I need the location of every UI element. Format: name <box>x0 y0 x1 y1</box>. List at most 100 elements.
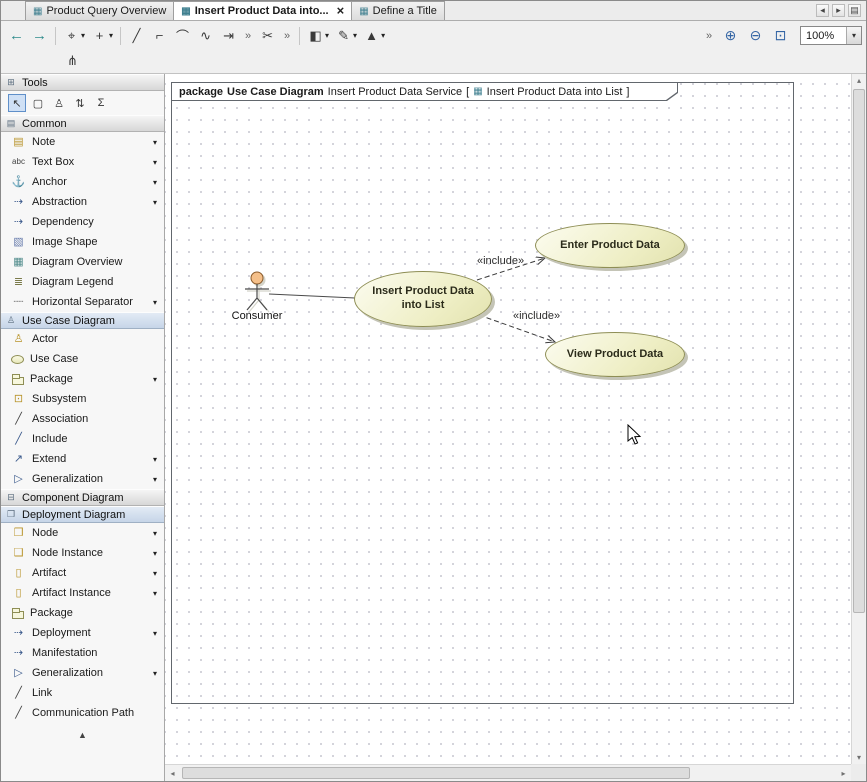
palette-item-node-instance[interactable]: ❑Node Instance▾ <box>1 543 164 563</box>
horizontal-scrollbar[interactable]: ◂ ▸ <box>165 764 851 781</box>
horizontal-scroll-thumb[interactable] <box>182 767 690 779</box>
zoom-out-button[interactable]: ⊖ <box>744 25 767 47</box>
vertical-scrollbar[interactable]: ▴ ▾ <box>851 74 866 764</box>
edit-tools-overflow-button[interactable]: » <box>279 25 295 47</box>
vertical-scroll-thumb[interactable] <box>853 89 865 613</box>
insert-shape-on-path-button[interactable]: ⇥ <box>217 25 240 47</box>
align-tool-button[interactable]: ⇅ <box>71 94 89 112</box>
tab-label: Product Query Overview <box>46 5 166 17</box>
palette-item-link[interactable]: ╱Link <box>1 683 164 703</box>
scroll-down-icon[interactable]: ▾ <box>852 753 866 762</box>
palette-item-abstraction[interactable]: ⇢Abstraction▾ <box>1 192 164 212</box>
selection-filter-icon: ⌖ <box>63 28 80 44</box>
toolbar-left-group: ←→⌖▾+▾╱⌐⌒∿⇥»✂»◧▾✎▾▲▾ <box>5 25 388 47</box>
curved-path-button[interactable]: ⌒ <box>171 25 194 47</box>
palette-item-label: Include <box>32 433 67 445</box>
generalization-icon: ▷ <box>11 473 26 485</box>
package-icon <box>12 377 24 385</box>
use-case-view-product-data[interactable]: View Product Data <box>545 332 685 377</box>
palette-item-extend[interactable]: ↗Extend▾ <box>1 449 164 469</box>
frame-open-bracket: [ <box>466 86 469 98</box>
summary-tool-button[interactable]: Σ <box>92 94 110 112</box>
palette-item-generalization[interactable]: ▷Generalization▾ <box>1 663 164 683</box>
tab-list-button[interactable]: ▤ <box>848 4 861 17</box>
use-case-enter-product-data[interactable]: Enter Product Data <box>535 223 685 268</box>
palette-section-use-case-diagram[interactable]: ♙Use Case Diagram <box>1 312 164 329</box>
scroll-left-icon[interactable]: ◂ <box>165 765 180 781</box>
palette-item-dependency[interactable]: ⇢Dependency <box>1 212 164 232</box>
scrollbar-corner <box>851 764 866 781</box>
toolbar-overflow-button[interactable]: » <box>701 25 717 47</box>
add-shape-button[interactable]: +▾ <box>88 25 116 47</box>
scroll-up-icon[interactable]: ▴ <box>852 76 866 85</box>
palette-item-label: Diagram Legend <box>32 276 113 288</box>
tab-scroll-right-button[interactable]: ▸ <box>832 4 845 17</box>
line-color-button[interactable]: ✎▾ <box>332 25 360 47</box>
dropdown-arrow-icon: ▾ <box>153 158 164 167</box>
palette-item-package[interactable]: Package <box>1 603 164 623</box>
palette-item-include[interactable]: ╱Include <box>1 429 164 449</box>
selection-filter-button[interactable]: ⌖▾ <box>60 25 88 47</box>
palette-item-anchor[interactable]: ⚓Anchor▾ <box>1 172 164 192</box>
dropdown-arrow-icon: ▾ <box>153 569 164 578</box>
palette-collapse-button[interactable]: ▲ <box>1 723 164 740</box>
palette-item-label: Node <box>32 527 58 539</box>
palette-item-association[interactable]: ╱Association <box>1 409 164 429</box>
font-color-button[interactable]: ▲▾ <box>360 25 388 47</box>
tab-insert-product-data-into[interactable]: ▦Insert Product Data into...× <box>173 1 352 20</box>
zoom-in-button[interactable]: ⊕ <box>719 25 742 47</box>
curved-path-icon: ⌒ <box>174 26 191 45</box>
node-icon: ❒ <box>11 527 26 539</box>
main-toolbar: ←→⌖▾+▾╱⌐⌒∿⇥»✂»◧▾✎▾▲▾ »⊕⊖⊡ 100% ▾ ⋔ <box>1 21 866 74</box>
actor-consumer[interactable] <box>235 268 279 314</box>
palette-item-node[interactable]: ❒Node▾ <box>1 523 164 543</box>
split-path-button[interactable]: ✂ <box>256 25 279 47</box>
palette-section-deployment-diagram[interactable]: ❒Deployment Diagram <box>1 506 164 523</box>
palette-item-image-shape[interactable]: ▧Image Shape <box>1 232 164 252</box>
palette-item-text-box[interactable]: abcText Box▾ <box>1 152 164 172</box>
palette-item-actor[interactable]: ♙Actor <box>1 329 164 349</box>
spline-path-button[interactable]: ∿ <box>194 25 217 47</box>
overview-tool-button[interactable]: ▢ <box>29 94 47 112</box>
fill-color-button[interactable]: ◧▾ <box>304 25 332 47</box>
palette-item-diagram-legend[interactable]: ≣Diagram Legend <box>1 272 164 292</box>
palette-item-label: Subsystem <box>32 393 86 405</box>
forward-button[interactable]: → <box>28 25 51 47</box>
palette-item-generalization[interactable]: ▷Generalization▾ <box>1 469 164 489</box>
oblique-path-button[interactable]: ╱ <box>125 25 148 47</box>
palette-section-tools[interactable]: ⊞Tools <box>1 74 164 91</box>
forward-icon: → <box>31 27 48 44</box>
palette-item-use-case[interactable]: Use Case <box>1 349 164 369</box>
tab-product-query-overview[interactable]: ▦Product Query Overview <box>25 1 173 20</box>
show-containment-button[interactable]: ⋔ <box>61 50 84 72</box>
rectilinear-path-button[interactable]: ⌐ <box>148 25 171 47</box>
fit-in-window-button[interactable]: ⊡ <box>769 25 792 47</box>
palette-item-subsystem[interactable]: ⊡Subsystem <box>1 389 164 409</box>
palette-item-horizontal-separator[interactable]: ┄┄Horizontal Separator▾ <box>1 292 164 312</box>
palette-item-communication-path[interactable]: ╱Communication Path <box>1 703 164 723</box>
path-tools-overflow-button[interactable]: » <box>240 25 256 47</box>
scroll-right-icon[interactable]: ▸ <box>836 765 851 781</box>
dropdown-arrow-icon: ▾ <box>325 31 329 40</box>
palette-section-component-diagram[interactable]: ⊟Component Diagram <box>1 489 164 506</box>
tab-close-icon[interactable]: × <box>337 6 345 16</box>
tab-scroll-left-button[interactable]: ◂ <box>816 4 829 17</box>
use-case-insert-product-data-into-list[interactable]: Insert Product Data into List <box>354 271 492 327</box>
tab-define-a-title[interactable]: ▦Define a Title <box>352 1 445 20</box>
use-case-diagram-icon: ▦ <box>473 86 482 97</box>
palette-section-common[interactable]: ▤Common <box>1 115 164 132</box>
pointer-tool-button[interactable]: ↖ <box>8 94 26 112</box>
zoom-level-select[interactable]: 100% ▾ <box>800 26 862 45</box>
palette-item-package[interactable]: Package▾ <box>1 369 164 389</box>
palette-item-artifact[interactable]: ▯Artifact▾ <box>1 563 164 583</box>
back-button[interactable]: ← <box>5 25 28 47</box>
palette-item-artifact-instance[interactable]: ▯Artifact Instance▾ <box>1 583 164 603</box>
palette-item-manifestation[interactable]: ⇢Manifestation <box>1 643 164 663</box>
palette-item-note[interactable]: ▤Note▾ <box>1 132 164 152</box>
figure-tool-button[interactable]: ♙ <box>50 94 68 112</box>
palette-tools-row: ↖▢♙⇅Σ <box>1 91 164 115</box>
palette-item-label: Package <box>30 373 73 385</box>
palette-item-diagram-overview[interactable]: ▦Diagram Overview <box>1 252 164 272</box>
diagram-canvas[interactable]: package Use Case Diagram Insert Product … <box>165 74 851 764</box>
palette-item-deployment[interactable]: ⇢Deployment▾ <box>1 623 164 643</box>
